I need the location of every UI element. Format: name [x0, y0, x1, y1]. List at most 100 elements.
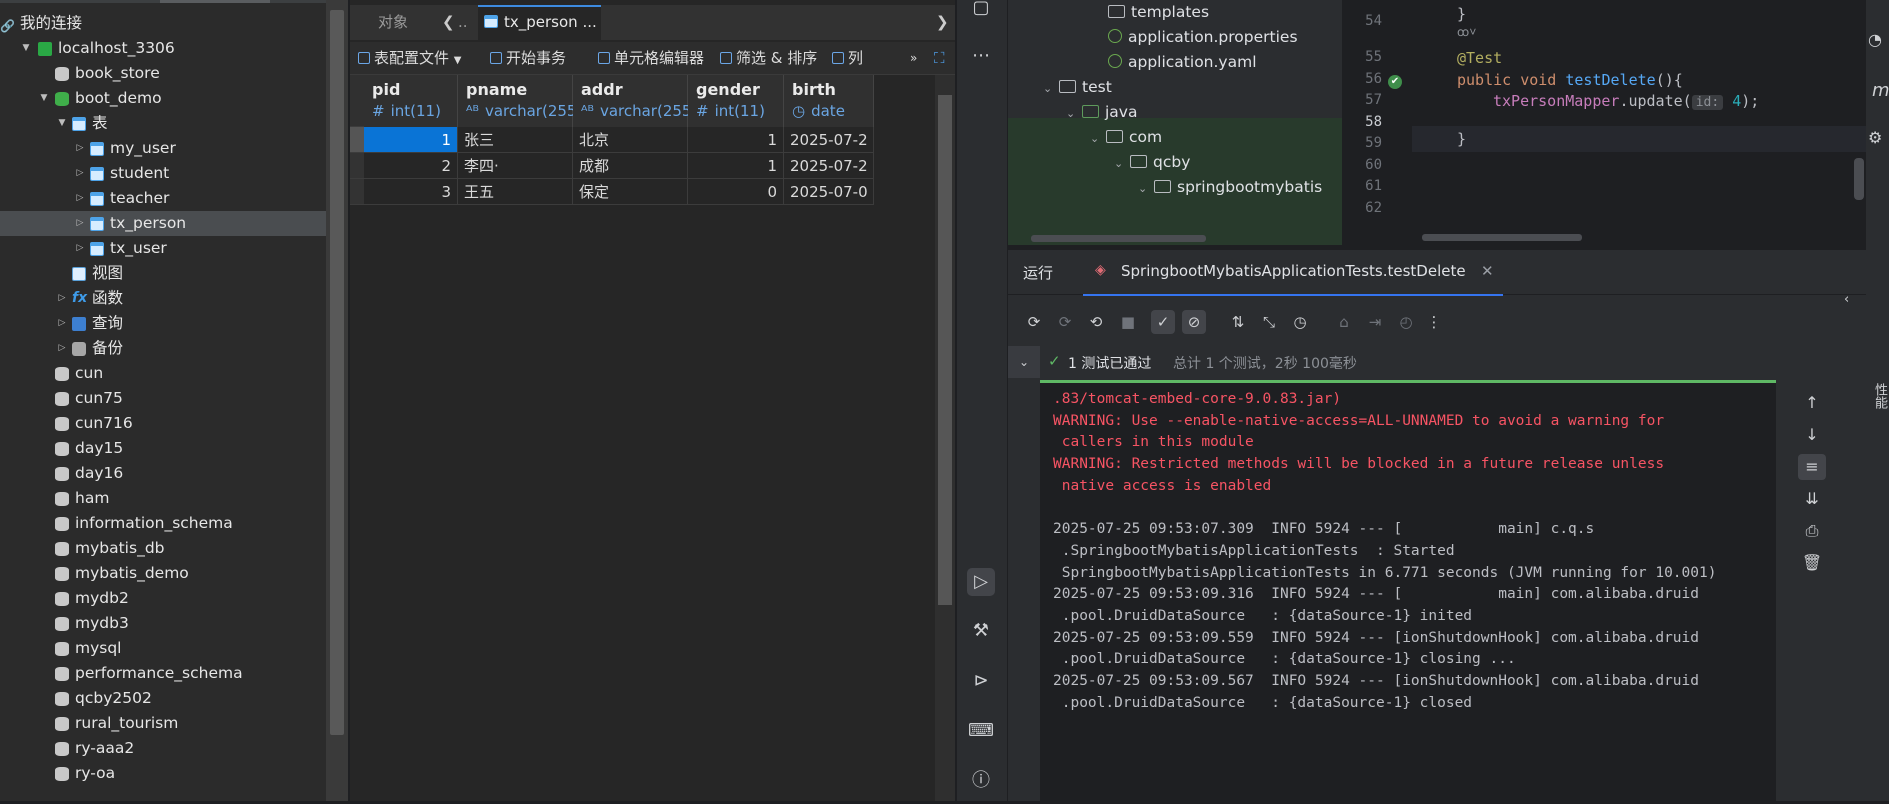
column-header-pid[interactable]: pid # int(11): [364, 75, 458, 127]
collapse-arrow-icon[interactable]: ▷: [56, 336, 68, 361]
toggle-auto-test-icon[interactable]: ⟲: [1084, 310, 1108, 334]
tree-db[interactable]: mysql: [0, 636, 326, 661]
tree-db[interactable]: ham: [0, 486, 326, 511]
project-item[interactable]: ⌄ springbootmybatis: [1138, 172, 1322, 202]
tree-connection[interactable]: ▼ localhost_3306: [0, 36, 326, 61]
console-output[interactable]: .83/tomcat-embed-core-9.0.83.jar) WARNING…: [1040, 380, 1776, 804]
collapse-arrow-icon[interactable]: ▷: [74, 236, 86, 261]
stop-icon[interactable]: ■: [1116, 310, 1140, 334]
chevron-left-icon[interactable]: ‹: [1844, 292, 1849, 307]
row-selector[interactable]: [350, 179, 364, 205]
tree-table[interactable]: ▷ my_user: [0, 136, 326, 161]
chevron-down-icon[interactable]: ⌄: [1066, 99, 1082, 129]
table-config-button[interactable]: 表配置文件 ▼: [358, 42, 462, 74]
tree-db[interactable]: cun716: [0, 411, 326, 436]
tab-objects[interactable]: 对象: [378, 5, 438, 40]
show-ignored-icon[interactable]: ⊘: [1182, 310, 1206, 334]
terminal-icon[interactable]: ⌨: [967, 717, 995, 745]
chevron-down-icon[interactable]: ⌄: [1114, 149, 1130, 179]
tab-tx-person[interactable]: tx_person ...: [478, 5, 601, 40]
tree-db[interactable]: mydb3: [0, 611, 326, 636]
table-cell[interactable]: 李四·: [458, 153, 573, 179]
chevron-down-icon[interactable]: ⌄: [1043, 74, 1059, 104]
row-selector[interactable]: [350, 153, 364, 179]
tree-db[interactable]: ry-oa: [0, 761, 326, 786]
tree-scroll-thumb[interactable]: [330, 10, 344, 735]
column-header-addr[interactable]: addr ᴬᴮ varchar(255): [573, 75, 697, 127]
collapse-arrow-icon[interactable]: ▷: [56, 286, 68, 311]
table-cell[interactable]: 3: [364, 179, 458, 205]
chevron-left-icon[interactable]: ❮: [442, 5, 458, 40]
collapse-arrow-icon[interactable]: ▷: [74, 186, 86, 211]
table-cell[interactable]: 王五: [458, 179, 573, 205]
plugin-icon[interactable]: ⚙: [1868, 128, 1882, 147]
tree-db[interactable]: cun: [0, 361, 326, 386]
begin-transaction-button[interactable]: 开始事务: [490, 42, 566, 74]
tree-queries-group[interactable]: ▷ 查询: [0, 311, 326, 336]
chevron-down-icon[interactable]: ⌄: [1090, 124, 1106, 154]
expand-arrow-icon[interactable]: ▼: [38, 86, 50, 111]
tree-views-group[interactable]: 视图: [0, 261, 326, 286]
more-options-icon[interactable]: ⋮: [1422, 310, 1446, 334]
collapse-tree-icon[interactable]: ⌄: [1008, 346, 1040, 378]
build-icon[interactable]: ⚒: [967, 617, 995, 645]
gauge-icon[interactable]: ◴: [1394, 310, 1418, 334]
project-icon[interactable]: ▢: [967, 0, 995, 22]
tree-backups-group[interactable]: ▷ 备份: [0, 336, 326, 361]
table-cell[interactable]: 北京: [573, 127, 688, 153]
tree-db[interactable]: day16: [0, 461, 326, 486]
run-config-tab[interactable]: ◈ SpringbootMybatisApplicationTests.test…: [1083, 250, 1503, 296]
tree-db[interactable]: mydb2: [0, 586, 326, 611]
project-item[interactable]: application.yaml: [1108, 47, 1257, 77]
tree-db[interactable]: mybatis_db: [0, 536, 326, 561]
sort-icon[interactable]: ⇅: [1226, 310, 1250, 334]
run-test-gutter-icon[interactable]: ✔: [1388, 75, 1402, 89]
tree-db[interactable]: rural_tourism: [0, 711, 326, 736]
column-header-birth[interactable]: birth ◷ date: [784, 75, 874, 127]
overflow-chevron-icon[interactable]: »: [910, 42, 917, 74]
tree-table[interactable]: ▷ tx_person: [0, 211, 326, 236]
tree-table[interactable]: ▷ tx_user: [0, 236, 326, 261]
tree-table[interactable]: ▷ student: [0, 161, 326, 186]
table-cell[interactable]: 2025-07-0: [784, 179, 874, 205]
trash-icon[interactable]: 🗑: [1798, 550, 1826, 576]
table-cell[interactable]: 1: [364, 127, 458, 153]
collapse-arrow-icon[interactable]: ▷: [74, 136, 86, 161]
filter-sort-button[interactable]: 筛选 & 排序: [720, 42, 817, 74]
table-cell[interactable]: 2: [364, 153, 458, 179]
tree-db[interactable]: qcby2502: [0, 686, 326, 711]
tree-db[interactable]: performance_schema: [0, 661, 326, 686]
collapse-arrow-icon[interactable]: ▷: [56, 311, 68, 336]
fullscreen-icon[interactable]: ⛶: [934, 42, 945, 74]
table-cell[interactable]: 张三: [458, 127, 573, 153]
print-icon[interactable]: ⎙: [1798, 518, 1826, 544]
collapse-arrow-icon[interactable]: ▷: [74, 211, 86, 236]
import-icon[interactable]: ⇥: [1363, 310, 1387, 334]
project-hscroll-thumb[interactable]: [1031, 235, 1206, 242]
rerun-failed-icon[interactable]: ⟳: [1053, 310, 1077, 334]
ai-icon[interactable]: m: [1872, 80, 1889, 101]
arrow-down-icon[interactable]: ↓: [1798, 422, 1826, 448]
tree-root[interactable]: 🔗 我的连接: [0, 11, 326, 36]
table-cell[interactable]: 1: [688, 153, 784, 179]
tree-db[interactable]: cun75: [0, 386, 326, 411]
tree-db[interactable]: book_store: [0, 61, 326, 86]
tree-db[interactable]: information_schema: [0, 511, 326, 536]
services-icon[interactable]: ⊳: [967, 667, 995, 695]
tree-scrollbar[interactable]: [326, 0, 348, 801]
tree-db[interactable]: ▼ boot_demo: [0, 86, 326, 111]
column-header-gender[interactable]: gender # int(11): [688, 75, 784, 127]
row-selector[interactable]: [350, 127, 364, 153]
rerun-icon[interactable]: ⟳: [1022, 310, 1046, 334]
show-passed-icon[interactable]: ✓: [1151, 310, 1175, 334]
problems-icon[interactable]: ⓘ: [967, 767, 995, 795]
table-cell[interactable]: 2025-07-2: [784, 153, 874, 179]
grid-scrollbar[interactable]: [935, 75, 955, 801]
tree-functions-group[interactable]: ▷ fx 函数: [0, 286, 326, 311]
more-icon[interactable]: ⋯: [967, 42, 995, 70]
chevron-down-icon[interactable]: ⌄: [1138, 174, 1154, 204]
collapse-arrow-icon[interactable]: ▷: [74, 161, 86, 186]
expand-arrow-icon[interactable]: ▼: [56, 111, 68, 136]
arrow-up-icon[interactable]: ↑: [1798, 390, 1826, 416]
notifications-icon[interactable]: ◔: [1868, 30, 1882, 49]
